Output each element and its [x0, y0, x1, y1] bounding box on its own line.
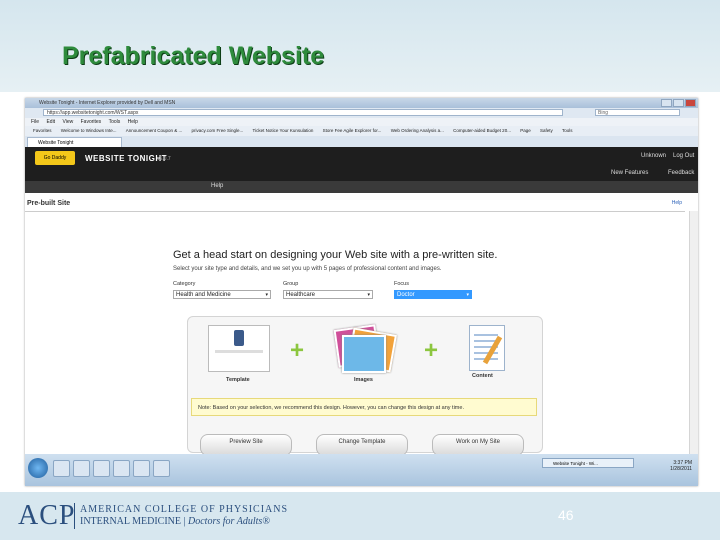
window-title: Website Tonight - Internet Explorer prov…: [39, 100, 176, 106]
acp-name: AMERICAN COLLEGE OF PHYSICIANS: [80, 504, 289, 515]
tab-website-tonight[interactable]: Website Tonight: [27, 137, 122, 147]
word-icon[interactable]: [153, 460, 170, 477]
browser-screenshot: Website Tonight - Internet Explorer prov…: [25, 98, 698, 486]
tab-bar: Website Tonight: [25, 136, 698, 147]
group-label: Group: [283, 281, 299, 287]
new-features-link[interactable]: New Features: [611, 170, 648, 176]
menu-tools[interactable]: Tools: [109, 119, 121, 125]
headline: Get a head start on designing your Web s…: [173, 249, 498, 261]
favorite-link[interactable]: Computer-aided Budget 20...: [453, 126, 511, 136]
menu-favorites[interactable]: Favorites: [81, 119, 102, 125]
acp-tagline: INTERNAL MEDICINE | Doctors for Adults®: [80, 516, 270, 527]
search-input[interactable]: Bing: [595, 109, 680, 116]
address-bar: https://app.websitetonight.com/WST.aspx …: [25, 108, 698, 118]
group-select[interactable]: Healthcare ▾: [283, 290, 373, 299]
category-value: Health and Medicine: [176, 292, 231, 298]
logo-divider: [74, 503, 75, 529]
window-controls: [661, 99, 696, 107]
windows-taskbar: Website Tonight - Wi... 3:37 PM 1/28/201…: [25, 454, 698, 486]
focus-value: Doctor: [397, 292, 415, 298]
group-value: Healthcare: [286, 292, 316, 298]
plus-icon: +: [290, 337, 305, 364]
recommendation-note: Note: Based on your selection, we recomm…: [191, 398, 537, 416]
menu-bar: File Edit View Favorites Tools Help: [25, 118, 698, 126]
media-icon[interactable]: [93, 460, 110, 477]
photo-blue: [342, 335, 386, 373]
system-tray-clock: 3:37 PM 1/28/2011: [670, 460, 692, 472]
acp-tagline-right: Doctors for Adults®: [188, 516, 270, 527]
doctor-image: [234, 330, 244, 346]
chevron-down-icon: ▾: [265, 292, 268, 298]
favorite-link[interactable]: Welcome to Windows Inte...: [61, 126, 117, 136]
template-caption: Template: [226, 377, 250, 383]
prebuilt-panel: Template + Images + Content Note: Based …: [187, 316, 543, 454]
powerpoint-icon[interactable]: [133, 460, 150, 477]
favorites-bar: Favorites Welcome to Windows Inte... Ann…: [25, 126, 698, 136]
acp-logo: ACP: [18, 500, 76, 531]
maximize-button[interactable]: [673, 99, 684, 107]
plus-icon: +: [424, 337, 439, 364]
subheading: Select your site type and details, and w…: [173, 266, 442, 272]
folder-icon[interactable]: [73, 460, 90, 477]
slide-title: Prefabricated Website: [62, 42, 325, 70]
address-input[interactable]: https://app.websitetonight.com/WST.aspx: [43, 109, 563, 116]
menu-view[interactable]: View: [62, 119, 73, 125]
help-menu[interactable]: Help: [211, 183, 223, 189]
page-title: Pre-built Site: [27, 200, 71, 207]
favorite-link[interactable]: Web Ordering Analysis a...: [391, 126, 444, 136]
chevron-down-icon: ▾: [367, 292, 370, 298]
user-name: Unknown: [641, 153, 667, 159]
main-content: Pre-built Site Help Get a head start on …: [25, 193, 698, 454]
favorite-link[interactable]: Ticket Notice Your Kunsulation: [253, 126, 314, 136]
tools-menu[interactable]: Tools: [562, 126, 573, 136]
placeholder-bar: [215, 350, 263, 353]
page-menu[interactable]: Page: [520, 126, 531, 136]
preview-site-button[interactable]: Preview Site: [200, 434, 292, 454]
favorites-button[interactable]: Favorites: [33, 126, 52, 136]
close-button[interactable]: [685, 99, 696, 107]
minimize-button[interactable]: [661, 99, 672, 107]
app-subnav: Help: [25, 181, 698, 193]
favorite-link[interactable]: Announcement Coupon & ...: [126, 126, 183, 136]
category-label: Category: [173, 281, 196, 287]
chevron-down-icon: ▾: [466, 292, 469, 298]
browser-titlebar: Website Tonight - Internet Explorer prov…: [25, 98, 698, 108]
go-daddy-logo: Go Daddy: [35, 151, 75, 165]
scrollbar[interactable]: [689, 211, 698, 454]
slide-number: 46: [558, 507, 574, 523]
logout-link[interactable]: Log Out: [673, 153, 694, 159]
start-button[interactable]: [28, 458, 48, 478]
category-select[interactable]: Health and Medicine ▾: [173, 290, 271, 299]
acp-tagline-left: INTERNAL MEDICINE |: [80, 516, 186, 527]
work-on-my-site-button[interactable]: Work on My Site: [432, 434, 524, 454]
favorite-link[interactable]: privacy.com Free Single...: [192, 126, 244, 136]
menu-edit[interactable]: Edit: [46, 119, 55, 125]
ie-icon[interactable]: [53, 460, 70, 477]
tray-date: 1/28/2011: [670, 466, 692, 472]
outlook-icon[interactable]: [113, 460, 130, 477]
menu-help[interactable]: Help: [128, 119, 138, 125]
content-caption: Content: [472, 373, 493, 379]
menu-file[interactable]: File: [31, 119, 39, 125]
focus-label: Focus: [394, 281, 409, 287]
help-link[interactable]: Help: [672, 200, 682, 206]
doc-line: [474, 334, 498, 336]
app-brand: WEBSITE TONIGHT: [85, 154, 168, 163]
app-version: v5.0.7: [157, 156, 171, 162]
safety-menu[interactable]: Safety: [540, 126, 553, 136]
app-header: Go Daddy WEBSITE TONIGHT v5.0.7 Unknown …: [25, 147, 698, 181]
divider: [25, 211, 685, 212]
images-icon: [330, 323, 397, 375]
taskbar-item-website-tonight[interactable]: Website Tonight - Wi...: [542, 458, 634, 468]
focus-select[interactable]: Doctor ▾: [394, 290, 472, 299]
template-thumbnail[interactable]: [208, 325, 270, 372]
images-caption: Images: [354, 377, 373, 383]
change-template-button[interactable]: Change Template: [316, 434, 408, 454]
feedback-link[interactable]: Feedback: [668, 170, 694, 176]
favorite-link[interactable]: Store Fee Agile Explorer for...: [323, 126, 382, 136]
